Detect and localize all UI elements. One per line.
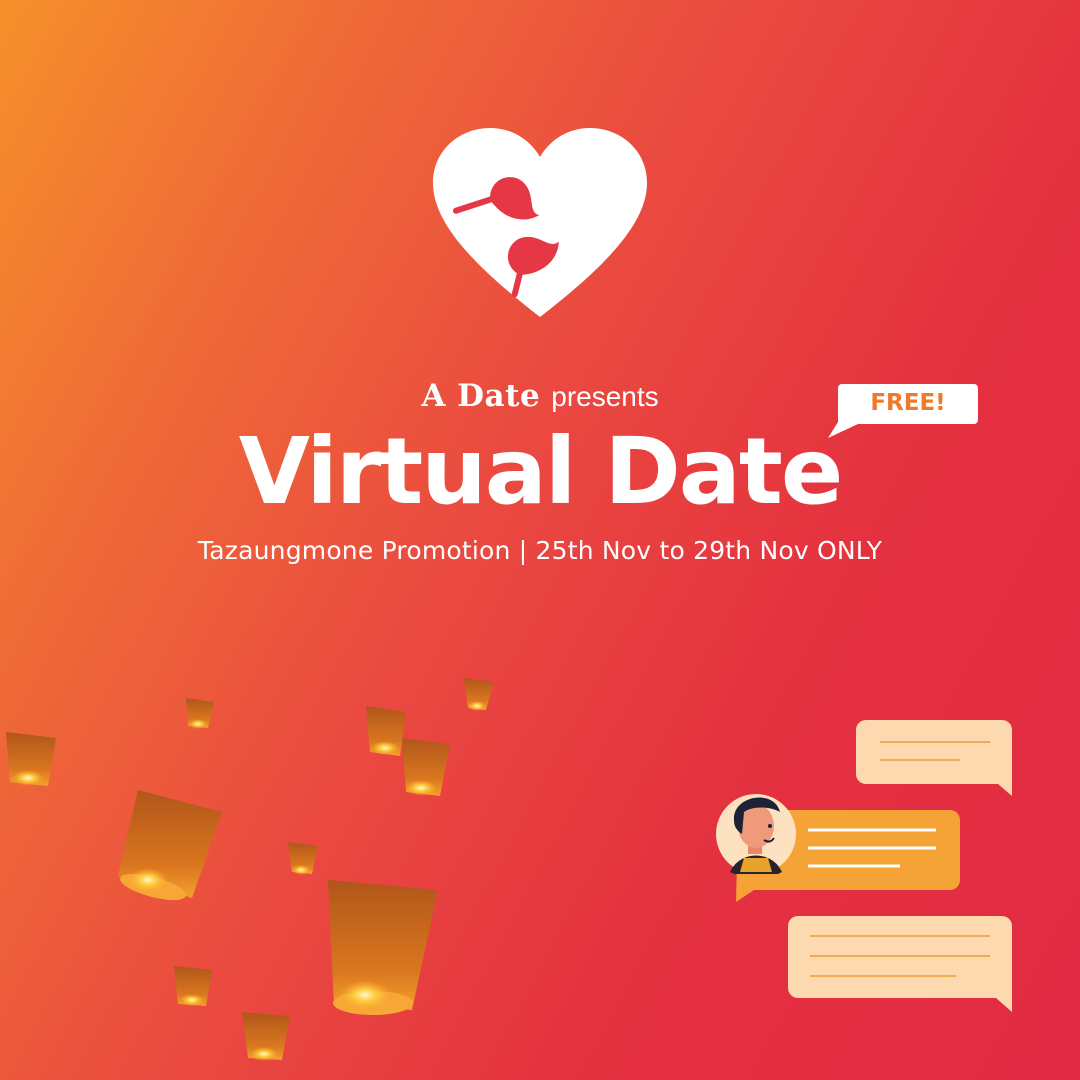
avatar bbox=[716, 794, 796, 874]
sky-lantern-icon bbox=[366, 706, 406, 756]
chat-bubble-icon bbox=[856, 720, 1012, 796]
sky-lantern-icon bbox=[242, 1012, 290, 1061]
sky-lantern-icon bbox=[174, 966, 212, 1006]
promo-subtitle: Tazaungmone Promotion | 25th Nov to 29th… bbox=[197, 536, 883, 565]
sky-lantern-icon bbox=[118, 790, 222, 901]
sky-lantern-icon bbox=[402, 738, 450, 796]
sky-lantern-icon bbox=[328, 880, 438, 1015]
sky-lanterns-illustration bbox=[6, 678, 494, 1061]
sky-lantern-icon bbox=[464, 678, 494, 711]
sky-lantern-icon bbox=[6, 732, 56, 786]
heart-logo-icon bbox=[433, 128, 647, 317]
sky-lantern-icon bbox=[288, 842, 318, 875]
brand-name: A Date bbox=[421, 378, 541, 414]
promo-poster: A Date presents FREE! Virtual Date Tazau… bbox=[0, 0, 1080, 1080]
page-title: Virtual Date bbox=[238, 418, 843, 525]
sky-lantern-icon bbox=[186, 698, 214, 729]
chat-bubble-icon bbox=[788, 916, 1012, 1012]
presents-label: presents bbox=[551, 381, 659, 412]
chat-illustration bbox=[716, 720, 1012, 1012]
